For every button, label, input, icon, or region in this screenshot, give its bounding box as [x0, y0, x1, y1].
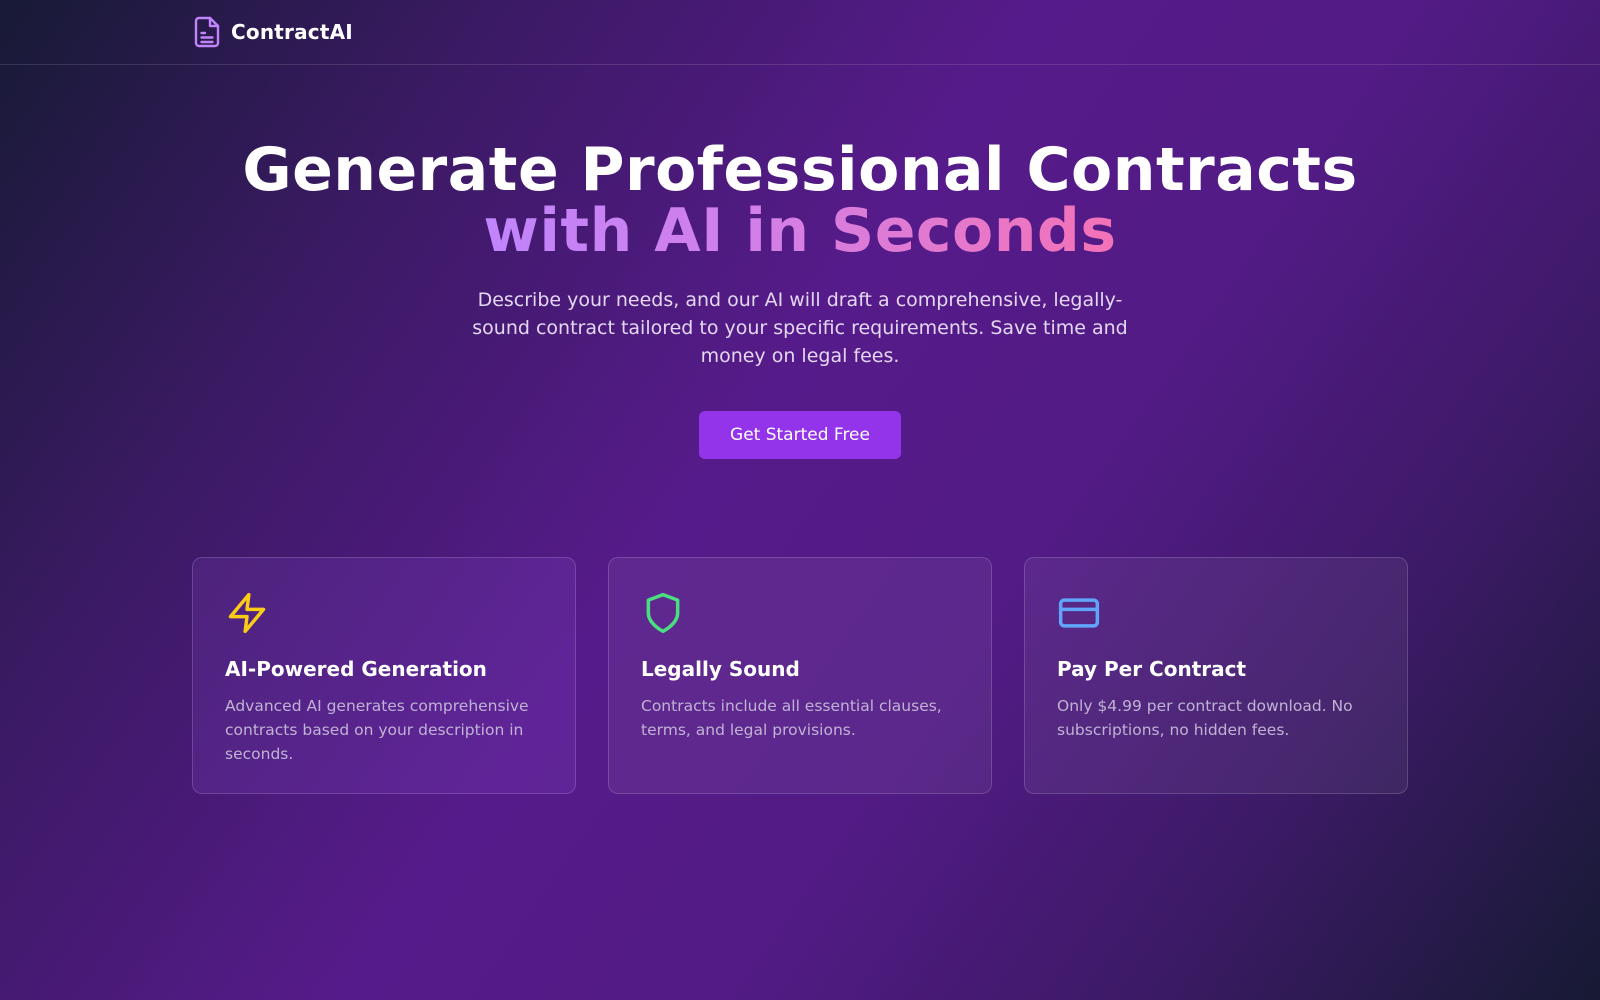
hero-title-line1: Generate Professional Contracts	[242, 135, 1358, 205]
hero-title: Generate Professional Contracts with AI …	[0, 140, 1600, 262]
feature-card-pay-per-contract: Pay Per Contract Only $4.99 per contract…	[1024, 557, 1408, 794]
feature-title: AI-Powered Generation	[225, 657, 487, 681]
brand-name: ContractAI	[231, 20, 353, 44]
feature-card-legally-sound: Legally Sound Contracts include all esse…	[608, 557, 992, 794]
credit-card-icon	[1058, 598, 1100, 628]
feature-card-ai-generation: AI-Powered Generation Advanced AI genera…	[192, 557, 576, 794]
lightning-icon	[228, 592, 266, 634]
feature-title: Legally Sound	[641, 657, 800, 681]
shield-icon	[646, 592, 680, 634]
feature-description: Only $4.99 per contract download. No sub…	[1057, 697, 1353, 739]
feature-description: Contracts include all essential clauses,…	[641, 697, 942, 739]
top-navbar: ContractAI	[0, 0, 1600, 65]
hero-subtitle: Describe your needs, and our AI will dra…	[472, 289, 1128, 367]
feature-description: Advanced AI generates comprehensive cont…	[225, 697, 529, 763]
brand-logo[interactable]: ContractAI	[193, 16, 353, 48]
get-started-button[interactable]: Get Started Free	[699, 411, 901, 459]
hero-section: Generate Professional Contracts with AI …	[0, 140, 1600, 459]
document-icon	[194, 16, 220, 48]
hero-title-line2: with AI in Seconds	[483, 196, 1117, 266]
feature-title: Pay Per Contract	[1057, 657, 1247, 681]
